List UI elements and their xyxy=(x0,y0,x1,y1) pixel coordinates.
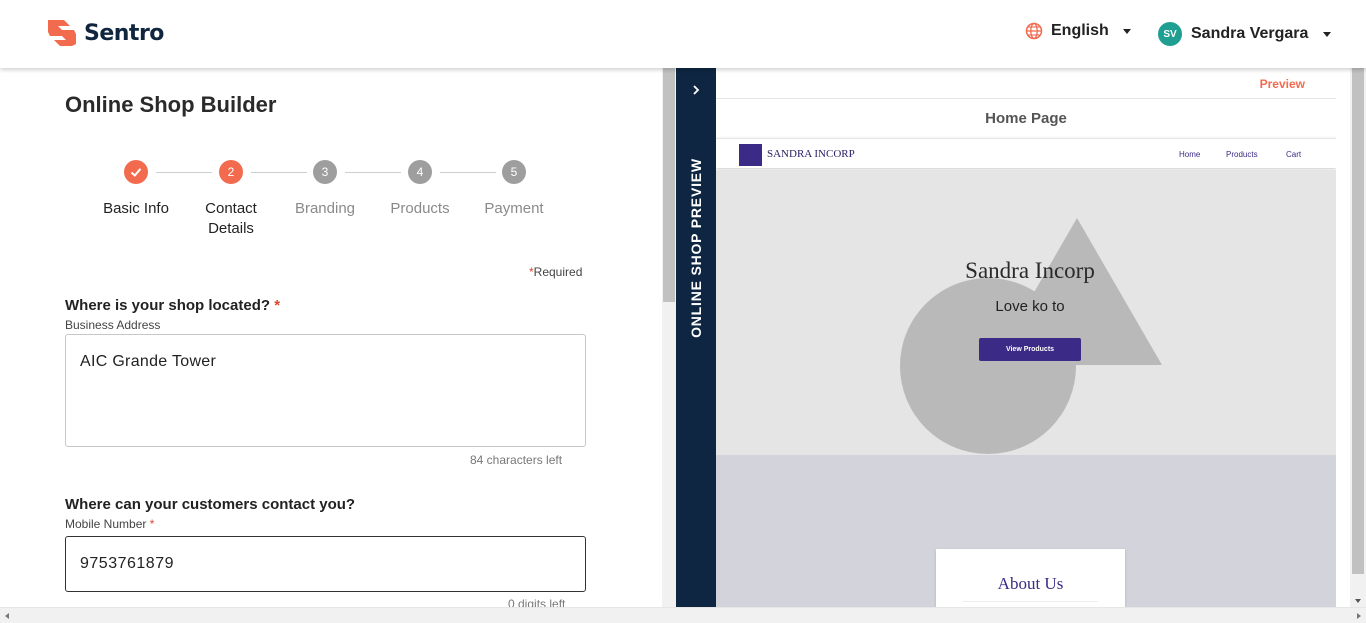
mobile-number-field[interactable]: 9753761879 xyxy=(65,536,586,592)
shop-nav-home[interactable]: Home xyxy=(1179,150,1200,159)
form-scrollbar-thumb[interactable] xyxy=(663,68,675,302)
scroll-left-icon[interactable] xyxy=(5,613,9,619)
user-menu[interactable]: SV Sandra Vergara xyxy=(1158,22,1332,46)
page-scrollbar-thumb[interactable] xyxy=(1352,68,1364,574)
shop-logo xyxy=(739,144,762,166)
sentro-logo[interactable]: Sentro xyxy=(46,17,164,49)
scroll-right-icon[interactable] xyxy=(1357,613,1361,619)
shop-navbar: SANDRA INCORP Home Products Cart xyxy=(716,138,1336,168)
page-scrollbar[interactable] xyxy=(1350,68,1366,607)
step-label: Branding xyxy=(294,200,356,217)
about-title: About Us xyxy=(997,574,1064,593)
step-payment[interactable]: 5 Payment xyxy=(464,160,564,219)
step-branding[interactable]: 3 Branding xyxy=(275,160,375,219)
shop-nav-products[interactable]: Products xyxy=(1226,150,1258,159)
scroll-down-icon[interactable] xyxy=(1355,599,1361,603)
divider xyxy=(716,98,1336,99)
preview-toggle-tab[interactable]: ONLINE SHOP PREVIEW xyxy=(676,68,716,607)
checkmark-icon xyxy=(124,160,148,184)
globe-icon xyxy=(1025,22,1043,40)
shop-hero-banner: Sandra Incorp Love ko to View Products xyxy=(716,170,1336,455)
mobile-digit-count: 0 digits left xyxy=(508,597,566,607)
preview-tab-label: ONLINE SHOP PREVIEW xyxy=(688,158,704,338)
step-number: 5 xyxy=(502,160,526,184)
step-contact-details[interactable]: 2 Contact Details xyxy=(181,160,281,239)
step-number: 2 xyxy=(219,160,243,184)
step-products[interactable]: 4 Products xyxy=(370,160,470,219)
page-title: Online Shop Builder xyxy=(65,92,277,117)
sentro-logo-icon xyxy=(48,20,76,46)
horizontal-scrollbar[interactable] xyxy=(0,607,1366,623)
required-note: *Required xyxy=(529,265,583,279)
divider xyxy=(963,601,1098,602)
form-panel: Online Shop Builder Basic Info 2 Contact… xyxy=(0,68,662,607)
preview-page-title: Home Page xyxy=(985,110,1067,127)
address-label: Business Address xyxy=(65,318,161,332)
shop-preview: Preview Home Page SANDRA INCORP Home Pro… xyxy=(716,68,1336,607)
shop-name: SANDRA INCORP xyxy=(767,148,855,160)
hero-subtitle: Love ko to xyxy=(995,298,1065,315)
location-question: Where is your shop located? * xyxy=(65,297,281,314)
form-scrollbar[interactable] xyxy=(662,68,676,607)
about-card: About Us xyxy=(936,549,1125,607)
hero-title: Sandra Incorp xyxy=(965,258,1095,283)
language-selector[interactable]: English xyxy=(1025,22,1131,40)
preview-link[interactable]: Preview xyxy=(1260,77,1305,91)
contact-question: Where can your customers contact you? xyxy=(65,496,356,513)
progress-stepper: Basic Info 2 Contact Details 3 Branding … xyxy=(0,160,662,250)
step-label: Payment xyxy=(484,200,544,217)
step-number: 4 xyxy=(408,160,432,184)
business-address-field[interactable]: AIC Grande Tower xyxy=(65,334,586,447)
view-products-button[interactable]: View Products xyxy=(979,338,1081,361)
user-name: Sandra Vergara xyxy=(1191,25,1309,42)
brand-name: Sentro xyxy=(84,20,164,46)
step-label: Basic Info xyxy=(103,200,169,217)
mobile-label: Mobile Number * xyxy=(65,517,155,531)
step-basic-info[interactable]: Basic Info xyxy=(86,160,186,219)
top-header: Sentro English SV Sandra Vergara xyxy=(0,0,1366,68)
address-char-count: 84 characters left xyxy=(470,453,563,467)
language-label: English xyxy=(1051,22,1109,39)
chevron-right-icon xyxy=(693,85,700,95)
step-label: Contact Details xyxy=(205,200,257,237)
chevron-down-icon xyxy=(1323,31,1332,37)
shop-nav-cart[interactable]: Cart xyxy=(1286,150,1301,159)
step-label: Products xyxy=(390,200,450,217)
chevron-down-icon xyxy=(1122,28,1131,34)
step-number: 3 xyxy=(313,160,337,184)
avatar: SV xyxy=(1158,22,1182,46)
about-section: About Us xyxy=(716,455,1336,607)
